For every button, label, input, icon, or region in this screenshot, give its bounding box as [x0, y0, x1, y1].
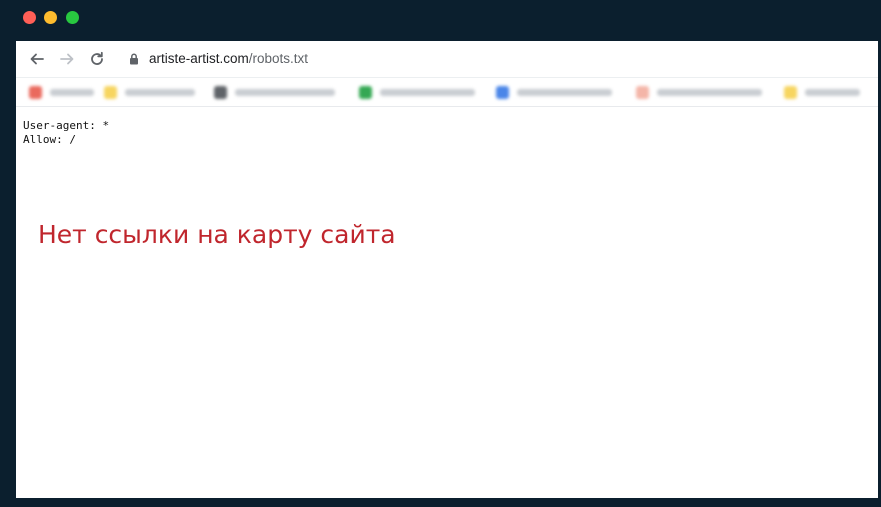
bookmarks-bar [16, 78, 878, 107]
forward-button[interactable] [56, 48, 78, 70]
back-button[interactable] [26, 48, 48, 70]
browser-window: artiste-artist.com/robots.txt User-agent… [16, 41, 878, 498]
arrow-left-icon [30, 53, 44, 65]
bookmark-item[interactable] [214, 84, 335, 100]
robots-line-user-agent: User-agent: * [23, 119, 110, 132]
bookmark-item[interactable] [636, 84, 762, 100]
reload-icon [91, 51, 103, 65]
bookmark-item[interactable] [104, 84, 195, 100]
bottom-frame [0, 498, 881, 507]
url-host: artiste-artist.com [149, 51, 249, 66]
page-content: User-agent: * Allow: / Нет ссылки на карт… [16, 107, 878, 498]
bookmark-item[interactable] [496, 84, 612, 100]
window-minimize-button[interactable] [44, 11, 57, 24]
robots-line-allow: Allow: / [23, 133, 76, 146]
lock-icon[interactable] [127, 52, 141, 66]
window-close-button[interactable] [23, 11, 36, 24]
bookmark-favicon-icon [636, 85, 649, 99]
bookmark-label-blurred [657, 88, 762, 96]
arrow-right-icon [60, 53, 74, 65]
address-bar: artiste-artist.com/robots.txt [16, 41, 878, 78]
robots-txt-content: User-agent: * Allow: / [23, 119, 109, 147]
url-path: /robots.txt [248, 51, 309, 66]
bookmark-favicon-icon [496, 85, 509, 99]
bookmark-favicon-icon [359, 85, 372, 99]
bookmark-item[interactable] [29, 84, 94, 100]
window-maximize-button[interactable] [66, 11, 79, 24]
reload-button[interactable] [86, 48, 108, 70]
url-field[interactable]: artiste-artist.com/robots.txt [149, 51, 308, 66]
bookmark-label-blurred [125, 88, 195, 96]
bookmark-favicon-icon [214, 85, 227, 99]
bookmark-label-blurred [50, 88, 94, 96]
annotation-note: Нет ссылки на карту сайта [38, 220, 396, 249]
bookmark-favicon-icon [104, 85, 117, 99]
bookmark-favicon-icon [784, 85, 797, 99]
bookmark-label-blurred [235, 88, 335, 96]
bookmark-label-blurred [380, 88, 475, 96]
bookmark-label-blurred [517, 88, 612, 96]
bookmark-favicon-icon [29, 85, 42, 99]
bookmark-item[interactable] [359, 84, 475, 100]
bookmark-item[interactable] [784, 84, 860, 100]
bookmark-label-blurred [805, 88, 860, 96]
